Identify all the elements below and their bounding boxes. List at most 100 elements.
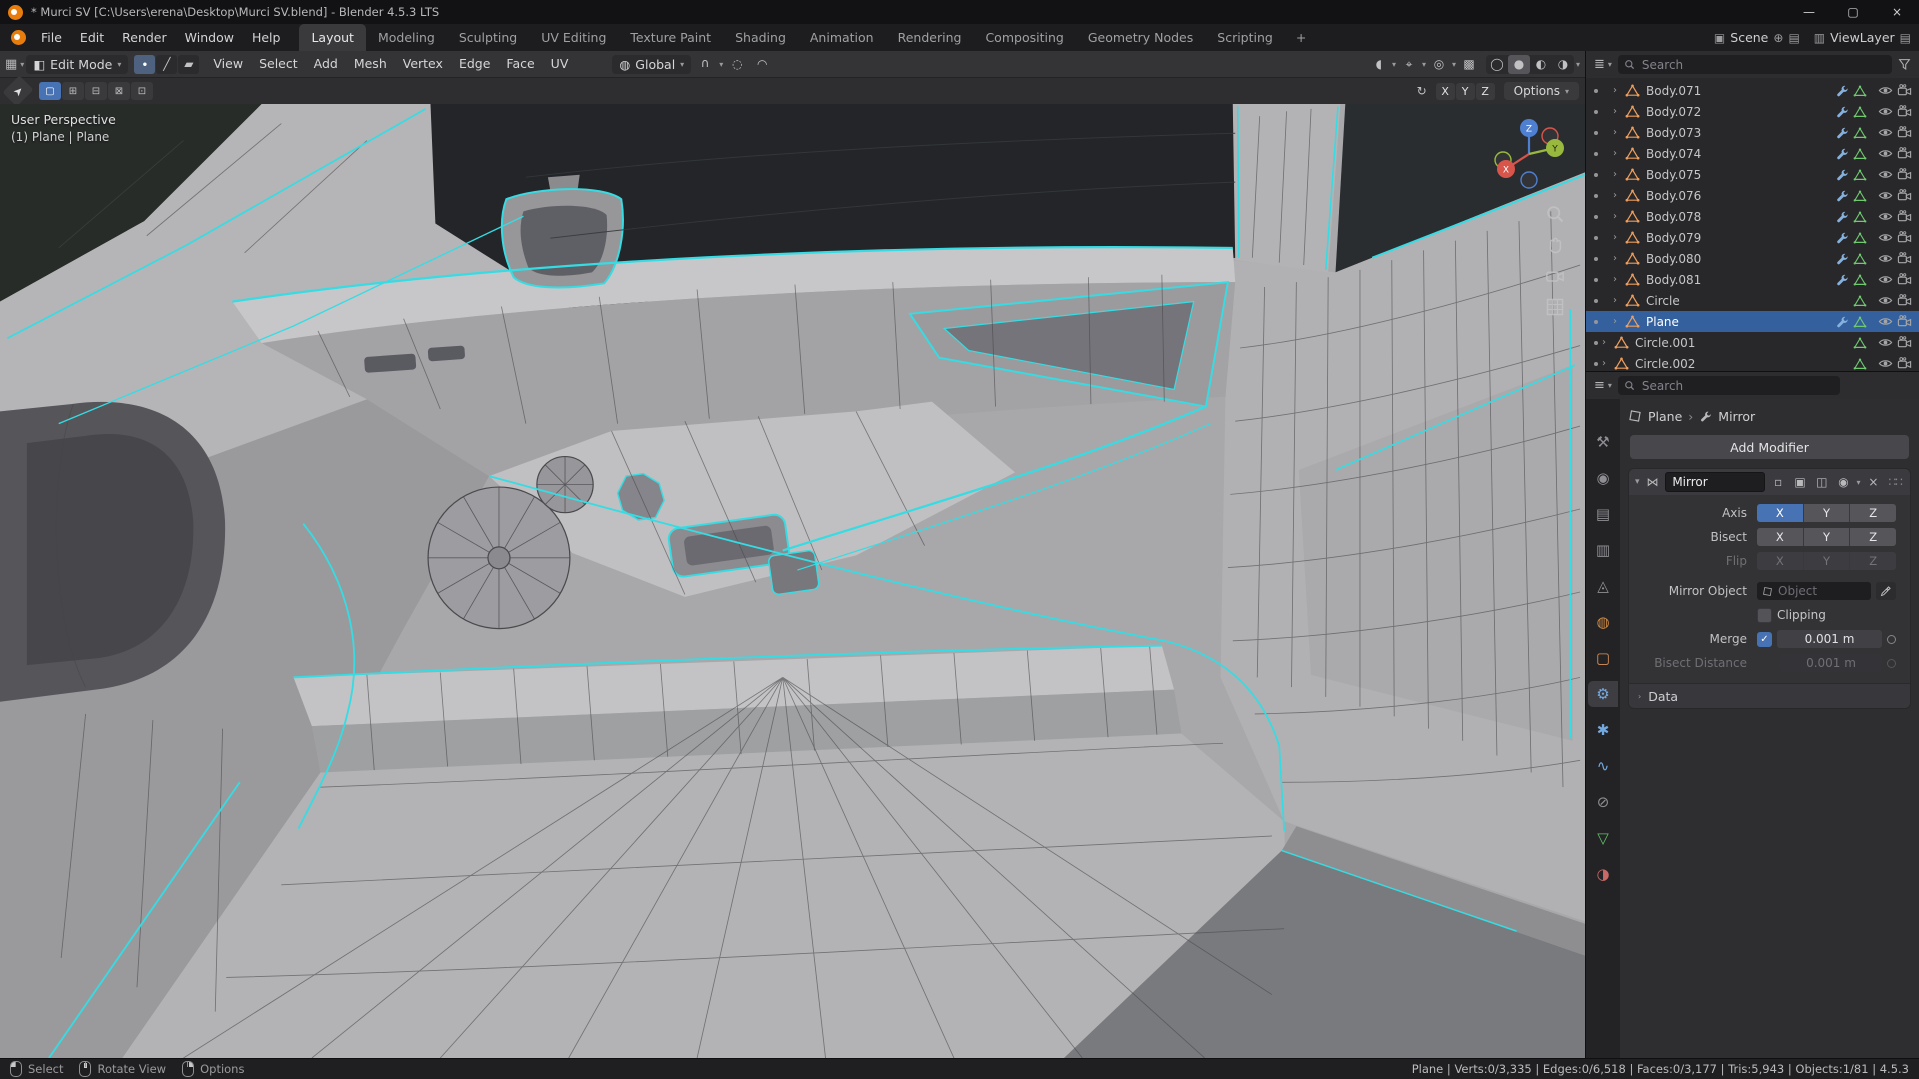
properties-tab[interactable]: ▥ [1588, 537, 1618, 563]
select-subtract-button[interactable]: ⊟ [85, 82, 107, 100]
disclosure-chevron-icon[interactable]: › [1613, 295, 1621, 306]
properties-tab[interactable]: ⚒ [1588, 429, 1618, 455]
add-workspace-button[interactable]: + [1289, 30, 1313, 45]
select-invert-button[interactable]: ⊠ [108, 82, 130, 100]
disable-render-camera-icon[interactable] [1897, 167, 1912, 182]
disable-render-camera-icon[interactable] [1897, 230, 1912, 245]
mesh-data-icon[interactable] [1853, 84, 1867, 98]
viewport-menu-item[interactable]: UV [543, 51, 577, 77]
outliner-row[interactable]: › Plane [1586, 311, 1919, 332]
mesh-data-icon[interactable] [1853, 168, 1867, 182]
mesh-data-icon[interactable] [1853, 294, 1867, 308]
hide-eye-icon[interactable] [1878, 104, 1893, 119]
delete-modifier-icon[interactable]: × [1864, 473, 1882, 491]
modifier-wrench-icon[interactable] [1835, 210, 1849, 224]
modifier-wrench-icon[interactable] [1835, 105, 1849, 119]
drag-handle-icon[interactable]: ∷∷ [1886, 473, 1904, 491]
properties-tab[interactable]: ⚙ [1588, 681, 1618, 707]
mesh-data-icon[interactable] [1853, 105, 1867, 119]
modifier-wrench-icon[interactable] [1835, 168, 1849, 182]
workspace-tab[interactable]: Compositing [973, 24, 1075, 51]
disclosure-chevron-icon[interactable]: › [1613, 232, 1621, 243]
hide-eye-icon[interactable] [1878, 146, 1893, 161]
minimize-button[interactable]: — [1787, 0, 1831, 24]
rendered-shading-icon[interactable]: ◑ [1552, 55, 1574, 74]
menu-item[interactable]: File [32, 24, 71, 51]
outliner-row[interactable]: › Circle [1586, 290, 1919, 311]
axis-z-button[interactable]: Z [1850, 504, 1897, 522]
workspace-tab[interactable]: Scripting [1205, 24, 1285, 51]
bisect-z-button[interactable]: Z [1850, 528, 1897, 546]
merge-animate-dot[interactable] [1887, 634, 1896, 644]
mirror-axis-toggle[interactable]: Z [1475, 82, 1495, 100]
hide-eye-icon[interactable] [1878, 356, 1893, 371]
copy-view-layer-icon[interactable]: ▤ [1900, 31, 1911, 45]
object-visibility-icon[interactable]: ◖ [1368, 55, 1390, 74]
viewport-menu-item[interactable]: Select [251, 51, 306, 77]
solid-shading-icon[interactable]: ● [1507, 54, 1530, 74]
outliner-row[interactable]: › Body.076 [1586, 185, 1919, 206]
mesh-data-icon[interactable] [1853, 273, 1867, 287]
axis-x-button[interactable]: X [1757, 504, 1804, 522]
disclosure-chevron-icon[interactable]: › [1602, 358, 1610, 369]
menu-item[interactable]: Render [113, 24, 176, 51]
hide-eye-icon[interactable] [1878, 188, 1893, 203]
show-on-cage-icon[interactable]: ▫ [1769, 473, 1787, 491]
show-overlays-icon[interactable]: ◎ [1428, 55, 1450, 74]
disable-render-camera-icon[interactable] [1897, 335, 1912, 350]
disable-render-camera-icon[interactable] [1897, 314, 1912, 329]
hide-eye-icon[interactable] [1878, 209, 1893, 224]
mesh-data-icon[interactable] [1853, 231, 1867, 245]
outliner-row[interactable]: › Body.078 [1586, 206, 1919, 227]
show-in-viewport-icon[interactable]: ◫ [1813, 473, 1831, 491]
properties-tab[interactable]: ▢ [1588, 645, 1618, 671]
mode-dropdown[interactable]: ◧ Edit Mode ▾ [26, 54, 129, 74]
filter-icon[interactable] [1898, 58, 1911, 71]
menu-item[interactable]: Edit [71, 24, 113, 51]
properties-tab[interactable]: ◉ [1588, 465, 1618, 491]
breadcrumb-modifier[interactable]: Mirror [1718, 409, 1755, 424]
viewport-menu-item[interactable]: Vertex [395, 51, 451, 77]
disclosure-chevron-icon[interactable]: › [1613, 211, 1621, 222]
disable-render-camera-icon[interactable] [1897, 251, 1912, 266]
disclosure-chevron-icon[interactable]: › [1613, 85, 1621, 96]
toggle-grid-icon[interactable] [1545, 297, 1565, 317]
wireframe-shading-icon[interactable]: ◯ [1486, 55, 1508, 74]
viewport-menu-item[interactable]: Add [306, 51, 346, 77]
modifier-wrench-icon[interactable] [1835, 84, 1849, 98]
modifier-wrench-icon[interactable] [1835, 189, 1849, 203]
modifier-wrench-icon[interactable] [1835, 126, 1849, 140]
outliner-search-input[interactable] [1639, 56, 1886, 73]
navigation-gizmo[interactable]: Z Y X [1487, 112, 1571, 196]
mesh-data-icon[interactable] [1853, 336, 1867, 350]
eyedropper-button[interactable] [1876, 582, 1896, 600]
data-subpanel-header[interactable]: › Data [1629, 683, 1910, 708]
outliner-row[interactable]: › Body.079 [1586, 227, 1919, 248]
add-modifier-button[interactable]: Add Modifier [1630, 435, 1909, 459]
workspace-tab[interactable]: Sculpting [447, 24, 529, 51]
properties-tab[interactable]: ▤ [1588, 501, 1618, 527]
outliner-row[interactable]: › Body.071 [1586, 80, 1919, 101]
workspace-tab[interactable]: Modeling [366, 24, 447, 51]
mesh-data-icon[interactable] [1853, 210, 1867, 224]
modifier-wrench-icon[interactable] [1835, 273, 1849, 287]
modifier-wrench-icon[interactable] [1835, 231, 1849, 245]
hide-eye-icon[interactable] [1878, 272, 1893, 287]
modifier-name-input[interactable] [1665, 472, 1766, 492]
show-in-editmode-icon[interactable]: ▣ [1791, 473, 1809, 491]
bisect-x-button[interactable]: X [1757, 528, 1804, 546]
merge-threshold-field[interactable]: 0.001 m [1777, 630, 1882, 648]
modifier-extras-chevron-icon[interactable]: ▾ [1856, 478, 1860, 487]
bisect-y-button[interactable]: Y [1803, 528, 1851, 546]
disable-render-camera-icon[interactable] [1897, 272, 1912, 287]
modifier-header[interactable]: ▾ ⋈ ▫ ▣ ◫ ◉ ▾ × ∷∷ [1629, 469, 1910, 495]
hide-eye-icon[interactable] [1878, 167, 1893, 182]
select-extend-button[interactable]: ⊞ [62, 82, 84, 100]
panel-expand-chevron-icon[interactable]: ▾ [1635, 477, 1640, 487]
disclosure-chevron-icon[interactable]: › [1613, 190, 1621, 201]
hide-eye-icon[interactable] [1878, 335, 1893, 350]
disclosure-chevron-icon[interactable]: › [1602, 337, 1610, 348]
select-intersect-button[interactable]: ⊡ [131, 82, 153, 100]
workspace-tab[interactable]: Geometry Nodes [1076, 24, 1205, 51]
workspace-tab[interactable]: Texture Paint [618, 24, 723, 51]
